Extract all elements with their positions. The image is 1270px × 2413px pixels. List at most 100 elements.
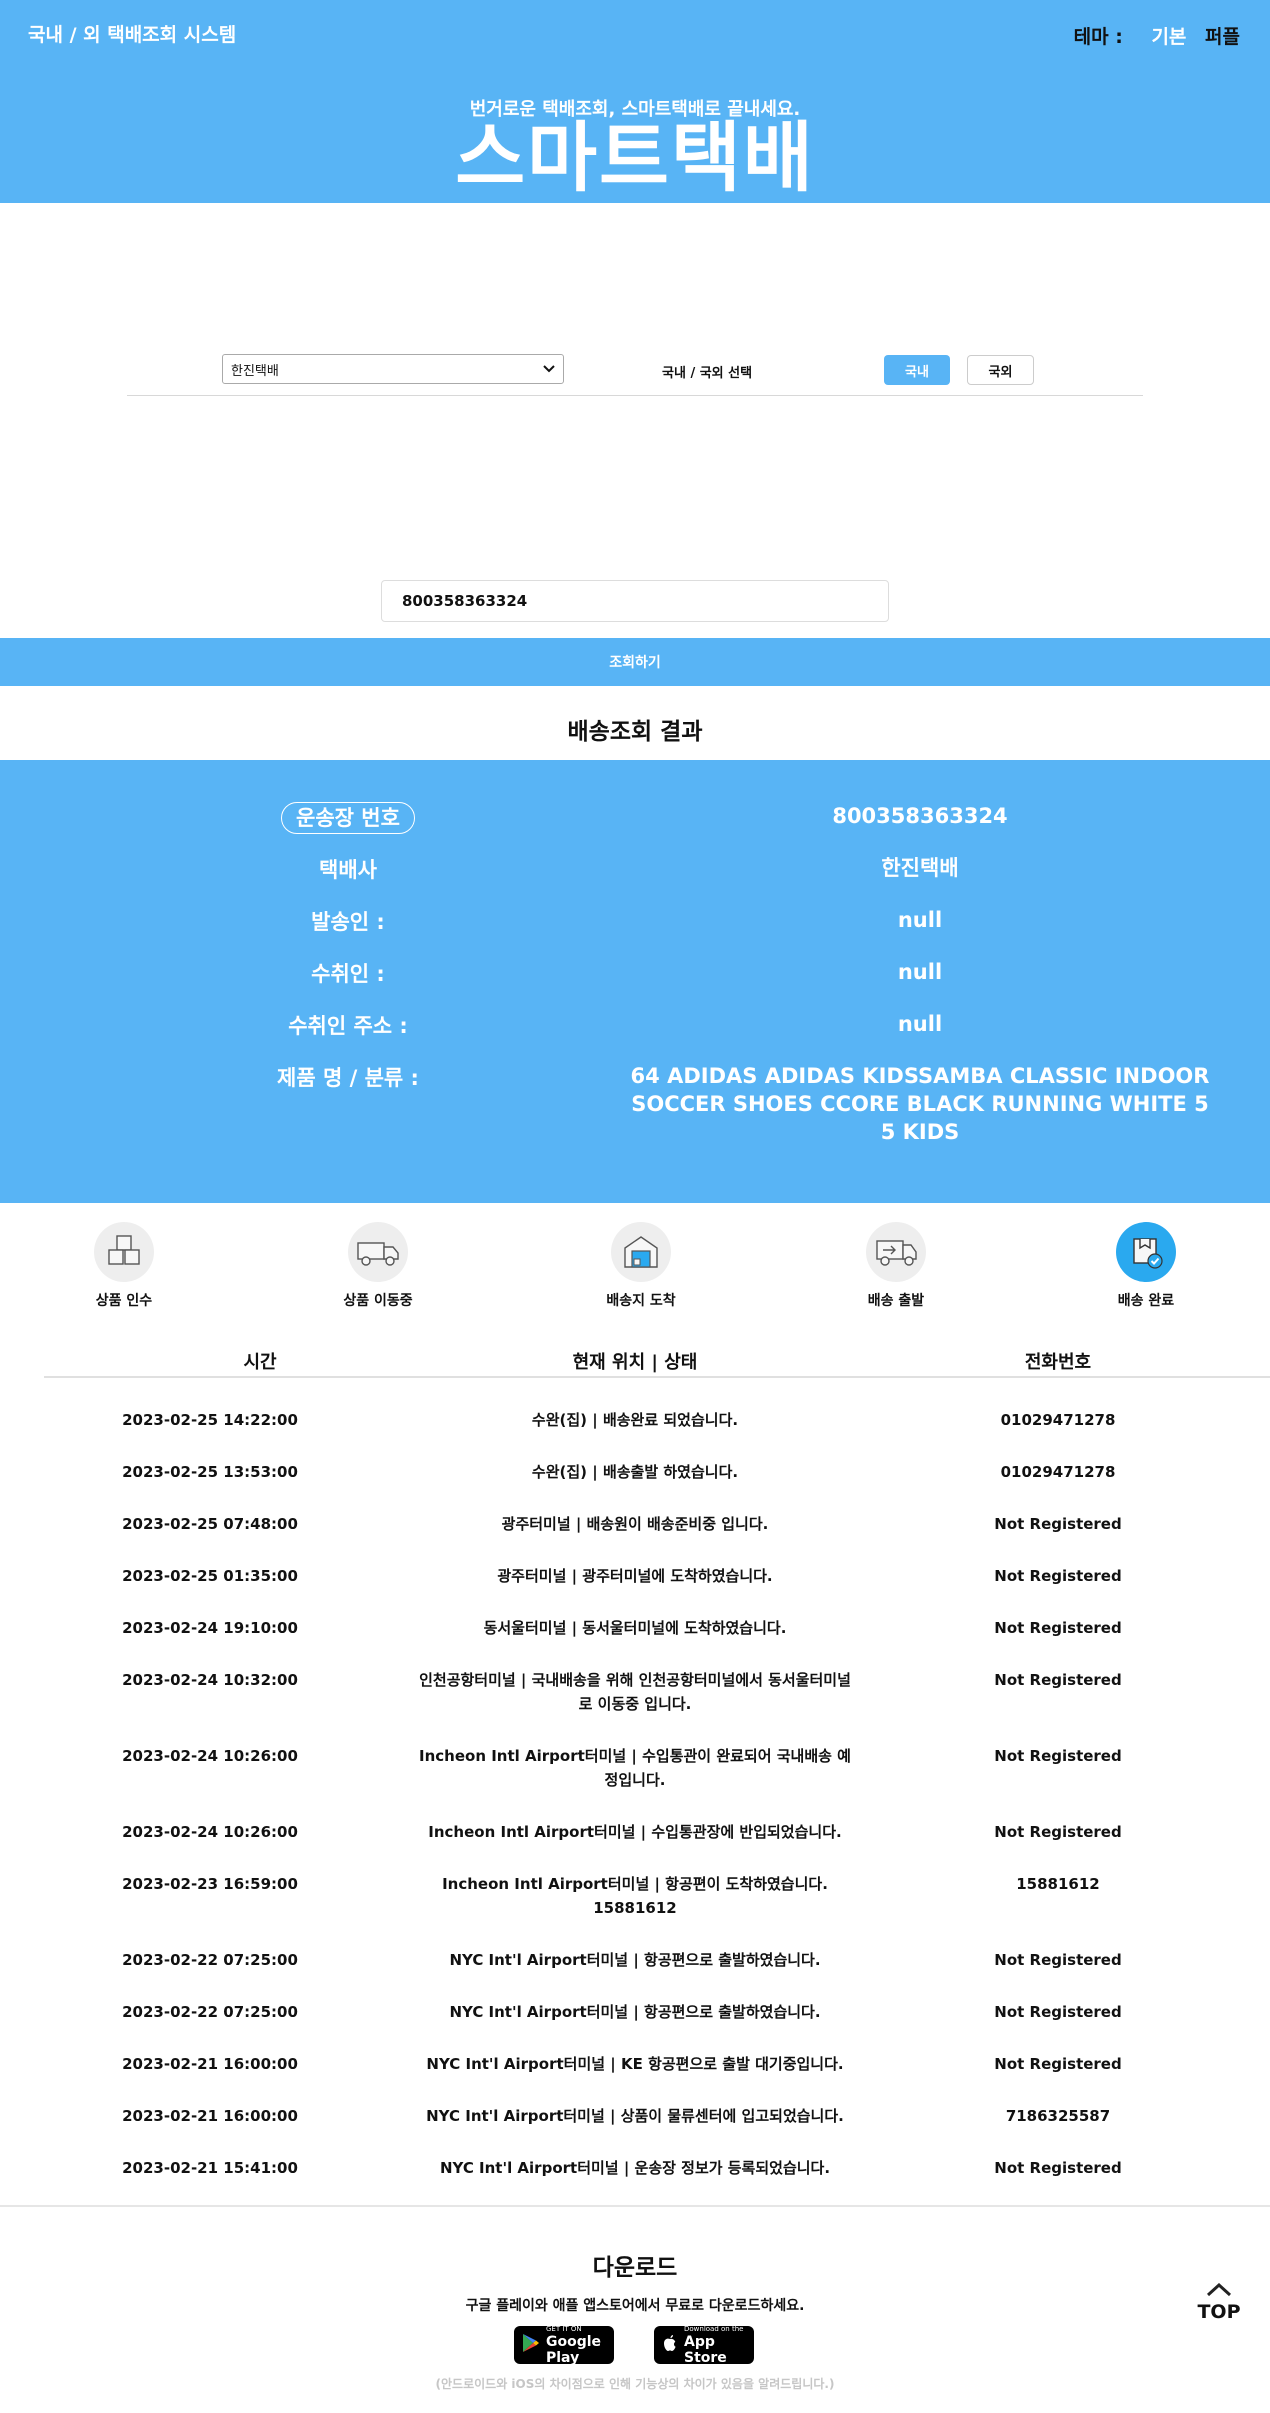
cell-status: 동서울터미널 | 동서울터미널에 도착하였습니다. bbox=[483, 1619, 787, 1637]
download-note: (안드로이드와 iOS의 차이점으로 인해 기능상의 차이가 있음을 알려드립니… bbox=[435, 2377, 835, 2391]
info-key: 운송장 번호 bbox=[248, 802, 448, 834]
theme-switcher: 테마 : 기본 퍼플 bbox=[1074, 22, 1240, 49]
cell-time: 2023-02-21 16:00:00 bbox=[122, 2107, 298, 2125]
cell-time: 2023-02-24 10:32:00 bbox=[122, 1671, 298, 1689]
cell-time: 2023-02-25 07:48:00 bbox=[122, 1515, 298, 1533]
cell-phone: Not Registered bbox=[994, 1619, 1122, 1637]
step-label: 배송 완료 bbox=[1117, 1293, 1175, 1309]
region-label: 국내 / 국외 선택 bbox=[662, 366, 753, 381]
cell-time: 2023-02-22 07:25:00 bbox=[122, 2003, 298, 2021]
cell-time: 2023-02-24 19:10:00 bbox=[122, 1619, 298, 1637]
column-header-time: 시간 bbox=[243, 1352, 277, 1373]
info-key: 수취인 : bbox=[311, 962, 385, 986]
cell-time: 2023-02-25 14:22:00 bbox=[122, 1411, 298, 1429]
cell-status: Incheon Intl Airport터미널 | 수입통관장에 반입되었습니다… bbox=[428, 1823, 842, 1841]
info-key-label: 운송장 번호 bbox=[281, 802, 415, 834]
cell-status: 광주터미널 | 광주터미널에 도착하였습니다. bbox=[497, 1567, 773, 1585]
cell-time: 2023-02-25 01:35:00 bbox=[122, 1567, 298, 1585]
download-title: 다운로드 bbox=[592, 2255, 678, 2281]
cell-phone: Not Registered bbox=[994, 2003, 1122, 2021]
cell-phone: Not Registered bbox=[994, 2055, 1122, 2073]
cell-status: NYC Int'l Airport터미널 | KE 항공편으로 출발 대기중입니… bbox=[426, 2055, 844, 2073]
system-title[interactable]: 국내 / 외 택배조회 시스템 bbox=[28, 20, 236, 47]
cell-status: NYC Int'l Airport터미널 | 상품이 물류센터에 입고되었습니다… bbox=[426, 2107, 844, 2125]
cell-status: 인천공항터미널 | 국내배송을 위해 인천공항터미널에서 동서울터미널로 이동중… bbox=[419, 1671, 851, 1713]
apple-icon bbox=[662, 2333, 678, 2357]
search-button[interactable]: 조회하기 bbox=[0, 638, 1270, 686]
result-title: 배송조회 결과 bbox=[567, 719, 703, 745]
app-store-button[interactable]: Download on the App Store bbox=[654, 2325, 754, 2366]
warehouse-icon bbox=[611, 1222, 671, 1282]
column-header-phone: 전화번호 bbox=[1024, 1352, 1092, 1373]
cell-time: 2023-02-21 15:41:00 bbox=[122, 2159, 298, 2177]
cell-status: NYC Int'l Airport터미널 | 운송장 정보가 등록되었습니다. bbox=[439, 2159, 831, 2177]
scroll-top-button[interactable]: TOP bbox=[1195, 2282, 1243, 2323]
courier-select-value: 한진택배 bbox=[231, 363, 279, 379]
footer-divider bbox=[0, 2205, 1270, 2207]
google-play-small: GET IT ON bbox=[546, 2324, 582, 2333]
info-value: 한진택배 bbox=[881, 856, 959, 880]
cell-status: NYC Int'l Airport터미널 | 항공편으로 출발하였습니다. bbox=[449, 2003, 821, 2021]
cell-status: Incheon Intl Airport터미널 | 항공편이 도착하였습니다. … bbox=[442, 1875, 828, 1917]
cell-phone: Not Registered bbox=[994, 1747, 1122, 1765]
cell-time: 2023-02-24 10:26:00 bbox=[122, 1747, 298, 1765]
cell-time: 2023-02-22 07:25:00 bbox=[122, 1951, 298, 1969]
box-check-icon bbox=[1116, 1222, 1176, 1282]
cell-phone: Not Registered bbox=[994, 2159, 1122, 2177]
chevron-up-icon bbox=[1206, 2282, 1232, 2301]
cell-phone: Not Registered bbox=[994, 1951, 1122, 1969]
step-arrived: 배송지 도착 bbox=[586, 1222, 696, 1310]
cell-phone: Not Registered bbox=[994, 1671, 1122, 1689]
cell-status: Incheon Intl Airport터미널 | 수입통관이 완료되어 국내배… bbox=[419, 1747, 851, 1789]
shipment-info-panel: 운송장 번호 800358363324 택배사 한진택배 발송인 : null … bbox=[0, 760, 1270, 1203]
theme-label: 테마 : bbox=[1073, 26, 1123, 48]
step-label: 상품 이동중 bbox=[343, 1293, 413, 1309]
info-value: null bbox=[897, 1012, 943, 1036]
google-play-big: Google Play bbox=[546, 2333, 602, 2366]
column-header-status: 현재 위치 | 상태 bbox=[572, 1352, 698, 1373]
step-in-transit: 상품 이동중 bbox=[323, 1222, 433, 1310]
chevron-down-icon bbox=[543, 362, 555, 377]
download-description: 구글 플레이와 애플 앱스토어에서 무료로 다운로드하세요. bbox=[465, 2298, 805, 2314]
info-value: null bbox=[897, 960, 943, 984]
step-out-for-delivery: 배송 출발 bbox=[841, 1222, 951, 1310]
step-label: 배송 출발 bbox=[867, 1293, 925, 1309]
google-play-button[interactable]: GET IT ON Google Play bbox=[514, 2325, 614, 2366]
theme-option-default[interactable]: 기본 bbox=[1151, 26, 1186, 48]
app-store-text: Download on the App Store bbox=[684, 2325, 754, 2366]
cell-time: 2023-02-24 10:26:00 bbox=[122, 1823, 298, 1841]
step-received: 상품 인수 bbox=[69, 1222, 179, 1310]
step-delivered: 배송 완료 bbox=[1091, 1222, 1201, 1310]
logo[interactable]: 스마트택배 bbox=[0, 114, 1270, 202]
info-key: 제품 명 / 분류 : bbox=[277, 1066, 419, 1090]
courier-select[interactable]: 한진택배 bbox=[222, 354, 564, 384]
cell-status: 수완(집) | 배송출발 하였습니다. bbox=[531, 1463, 739, 1481]
delivery-van-icon bbox=[866, 1222, 926, 1282]
international-button[interactable]: 국외 bbox=[967, 355, 1034, 385]
tracking-number-input[interactable]: 800358363324 bbox=[381, 580, 889, 622]
scroll-top-label: TOP bbox=[1197, 2301, 1241, 2323]
info-key: 택배사 bbox=[319, 858, 377, 882]
info-key: 발송인 : bbox=[311, 910, 385, 934]
cell-phone: 15881612 bbox=[1016, 1875, 1100, 1893]
info-key: 수취인 주소 : bbox=[288, 1014, 408, 1038]
table-header: 시간 현재 위치 | 상태 전화번호 bbox=[44, 1342, 1270, 1378]
info-value: 800358363324 bbox=[832, 804, 1008, 828]
google-play-text: GET IT ON Google Play bbox=[546, 2325, 614, 2366]
info-value: 64 ADIDAS ADIDAS KIDSSAMBA CLASSIC INDOO… bbox=[630, 1064, 1210, 1144]
theme-option-purple[interactable]: 퍼플 bbox=[1205, 26, 1240, 48]
info-value: null bbox=[897, 908, 943, 932]
cell-phone: 01029471278 bbox=[1000, 1463, 1116, 1481]
step-label: 배송지 도착 bbox=[606, 1293, 676, 1309]
cell-time: 2023-02-23 16:59:00 bbox=[122, 1875, 298, 1893]
google-play-icon bbox=[522, 2333, 540, 2357]
cell-time: 2023-02-25 13:53:00 bbox=[122, 1463, 298, 1481]
header: 국내 / 외 택배조회 시스템 테마 : 기본 퍼플 번거로운 택배조회, 스마… bbox=[0, 0, 1270, 203]
cell-phone: 7186325587 bbox=[1005, 2107, 1111, 2125]
cell-phone: Not Registered bbox=[994, 1823, 1122, 1841]
domestic-button[interactable]: 국내 bbox=[884, 355, 950, 385]
cell-time: 2023-02-21 16:00:00 bbox=[122, 2055, 298, 2073]
boxes-icon bbox=[94, 1222, 154, 1282]
courier-selector-row: 한진택배 국내 / 국외 선택 국내 국외 bbox=[127, 350, 1143, 396]
cell-status: NYC Int'l Airport터미널 | 항공편으로 출발하였습니다. bbox=[449, 1951, 821, 1969]
